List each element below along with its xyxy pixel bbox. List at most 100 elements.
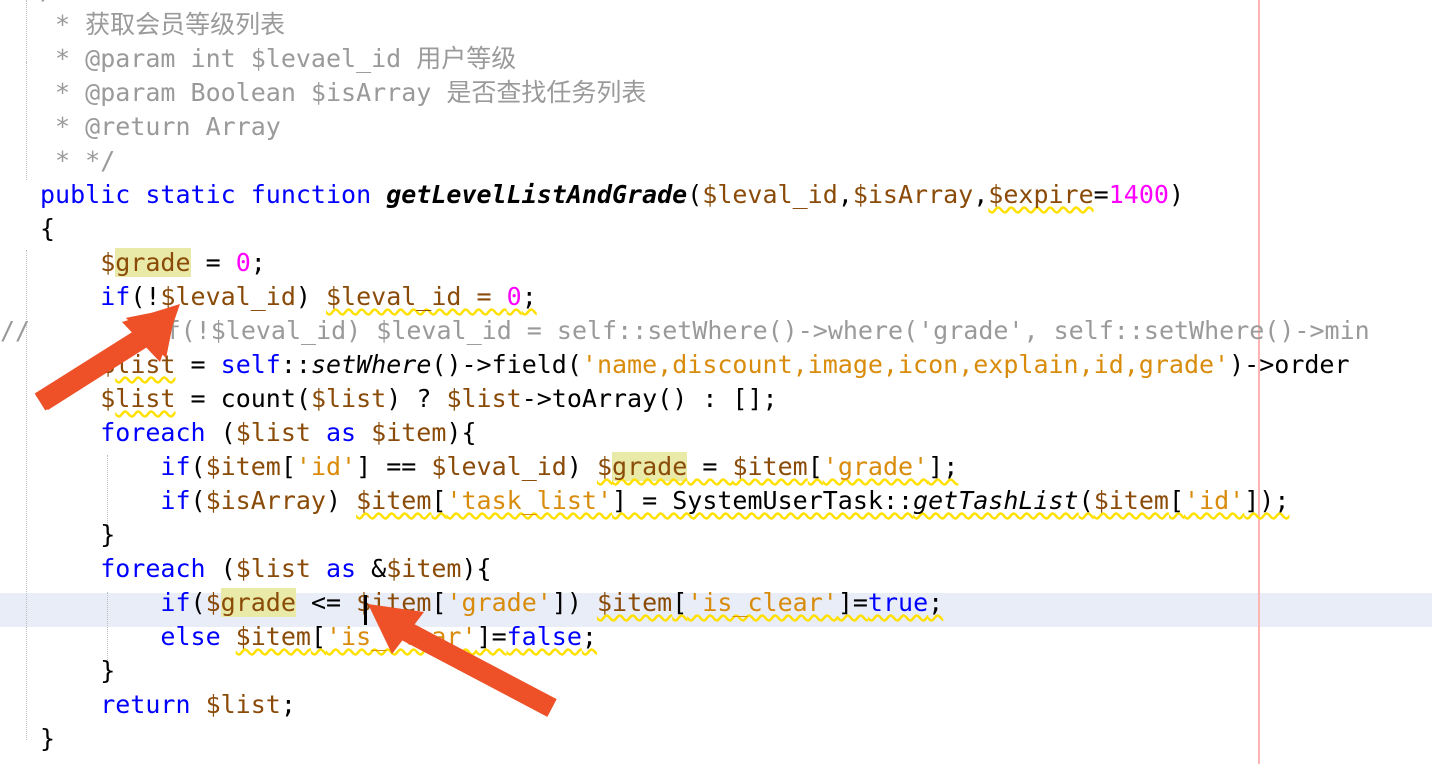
code-line-18[interactable]: foreach ($list as &$item){ (0, 552, 1432, 586)
code-token-string: 'name,discount,image,icon,explain,id,gra… (581, 350, 1230, 379)
code-line-22[interactable]: return $list; (0, 688, 1432, 722)
code-token-punct: ( (687, 180, 703, 209)
code-line-12[interactable]: $list = self::setWhere()->field('name,di… (0, 348, 1432, 382)
code-token-keyword: as (326, 554, 372, 583)
code-line-21[interactable]: } (0, 654, 1432, 688)
code-token-punct: ()->field( (431, 350, 582, 379)
code-token-variable-warn: list (115, 350, 176, 379)
code-token-variable-warn: $item (235, 622, 311, 651)
code-token-variable-unused: $expire (988, 180, 1094, 209)
code-token-keyword: return (40, 690, 206, 719)
code-token-keyword: if (40, 282, 131, 311)
code-token-variable: $ (40, 248, 116, 277)
code-token-punct-warn: ]= (476, 622, 507, 651)
code-token-comment: * @param Boolean $isArray 是否查找任务列表 (40, 78, 647, 107)
code-line-6[interactable]: * */ (0, 144, 1432, 178)
code-token-punct: ) (1168, 180, 1184, 209)
code-token-brace: { (40, 214, 56, 243)
code-token-punct: ){ (461, 554, 492, 583)
code-token-variable: $isArray (852, 180, 974, 209)
code-token-variable: $leval_id (160, 282, 296, 311)
code-token-number: 1400 (1108, 180, 1169, 209)
code-token-punct: = (1093, 180, 1109, 209)
code-line-16[interactable]: if($isArray) $item['task_list'] = System… (0, 484, 1432, 518)
code-token-variable: $item (205, 452, 281, 481)
code-line-13[interactable]: $list = count($list) ? $list->toArray() … (0, 382, 1432, 416)
code-line-14[interactable]: foreach ($list as $item){ (0, 416, 1432, 450)
code-token-punct-warn: ; (928, 588, 944, 617)
code-token-punct: ]) (551, 588, 597, 617)
code-token-punct: ( (220, 418, 236, 447)
code-token-variable: $ (40, 350, 116, 379)
code-token-punct: , (837, 180, 853, 209)
code-token-punct: ; (250, 248, 266, 277)
code-token-punct: ) (295, 282, 326, 311)
code-token-punct-warn: ] = SystemUserTask:: (612, 486, 914, 515)
code-line-19[interactable]: if($grade <= $item['grade']) $item['is_c… (0, 586, 1432, 620)
code-token-punct-warn: [ (807, 452, 823, 481)
code-token-variable-warn: list (115, 384, 176, 413)
code-token-punct: (! (130, 282, 161, 311)
code-token-comment: * @return Array (40, 112, 281, 141)
code-token-punct-warn: ]= (837, 588, 868, 617)
code-token-punct: = count( (175, 384, 311, 413)
code-token-punct: ( (190, 486, 206, 515)
code-token-string: 'grade' (446, 588, 552, 617)
code-token-string: 'id' (295, 452, 357, 481)
code-token-keyword: if (40, 486, 191, 515)
code-token-string: 'grade' (822, 452, 929, 481)
code-line-11[interactable]: // if(!$leval_id) $leval_id = self::setW… (0, 314, 1432, 348)
code-line-5[interactable]: * @return Array (0, 110, 1432, 144)
code-token-punct: ( (190, 452, 206, 481)
code-content[interactable]: /* * 获取会员等级列表 * @param int $levael_id 用户… (0, 0, 1432, 764)
code-line-20[interactable]: else $item['is_clear']=false; (0, 620, 1432, 654)
code-token-brace: } (40, 520, 116, 549)
code-line-8[interactable]: { (0, 212, 1432, 246)
code-token-keyword: public static function (40, 180, 387, 209)
code-token-punct: )->order (1229, 350, 1350, 379)
code-token-variable: $list (235, 418, 326, 447)
code-token-brace: } (40, 656, 116, 685)
code-token-punct: ) (566, 452, 597, 481)
code-token-brace: } (40, 724, 56, 753)
code-token-punct: [ (431, 588, 447, 617)
code-token-punct: ->toArray() : []; (521, 384, 778, 413)
code-token-punct: & (371, 554, 387, 583)
code-line-3[interactable]: * @param int $levael_id 用户等级 (0, 42, 1432, 76)
code-token-variable: $list (446, 384, 522, 413)
code-token-punct: ) (326, 486, 357, 515)
code-line-7[interactable]: public static function getLevelListAndGr… (0, 178, 1432, 212)
code-token-keyword: if (40, 588, 191, 617)
code-token-punct-warn: ; (521, 282, 537, 311)
code-line-15[interactable]: if($item['id'] == $leval_id) $grade = $i… (0, 450, 1432, 484)
code-token-string: 'is_clear' (326, 622, 477, 651)
code-token-variable-warn: $leval_id = (326, 282, 507, 311)
code-line-10[interactable]: if(!$leval_id) $leval_id = 0; (0, 280, 1432, 314)
code-token-comment: * */ (40, 146, 116, 175)
code-token-number: 0 (235, 248, 251, 277)
code-token-variable: $list (310, 384, 387, 413)
code-token-variable-warn: $ (596, 452, 613, 481)
code-line-23[interactable]: } (0, 722, 1432, 756)
code-token-variable: $item (356, 588, 432, 617)
code-token-variable: $list (235, 554, 326, 583)
code-editor[interactable]: /* * 获取会员等级列表 * @param int $levael_id 用户… (0, 0, 1432, 764)
code-token-variable: $isArray (205, 486, 326, 515)
code-token-variable: $item (386, 554, 462, 583)
code-token-keyword: true (867, 588, 929, 617)
code-token-string: 'task_list' (446, 486, 613, 515)
code-line-9[interactable]: $grade = 0; (0, 246, 1432, 280)
code-token-punct-warn: = (687, 452, 733, 481)
code-token-method: setWhere (310, 350, 432, 379)
code-line-4[interactable]: * @param Boolean $isArray 是否查找任务列表 (0, 76, 1432, 110)
code-token-punct-warn: [ (431, 486, 447, 515)
code-token-punct: ){ (446, 418, 477, 447)
code-token-punct-warn: [ (672, 588, 688, 617)
code-token-variable: $ (205, 588, 221, 617)
code-line-17[interactable]: } (0, 518, 1432, 552)
code-token-variable: $leval_id (431, 452, 567, 481)
code-token-punct: ) ? (386, 384, 447, 413)
code-line-2[interactable]: * 获取会员等级列表 (0, 8, 1432, 42)
code-token-variable-warn: $item (732, 452, 808, 481)
code-token-punct: ] == (356, 452, 432, 481)
